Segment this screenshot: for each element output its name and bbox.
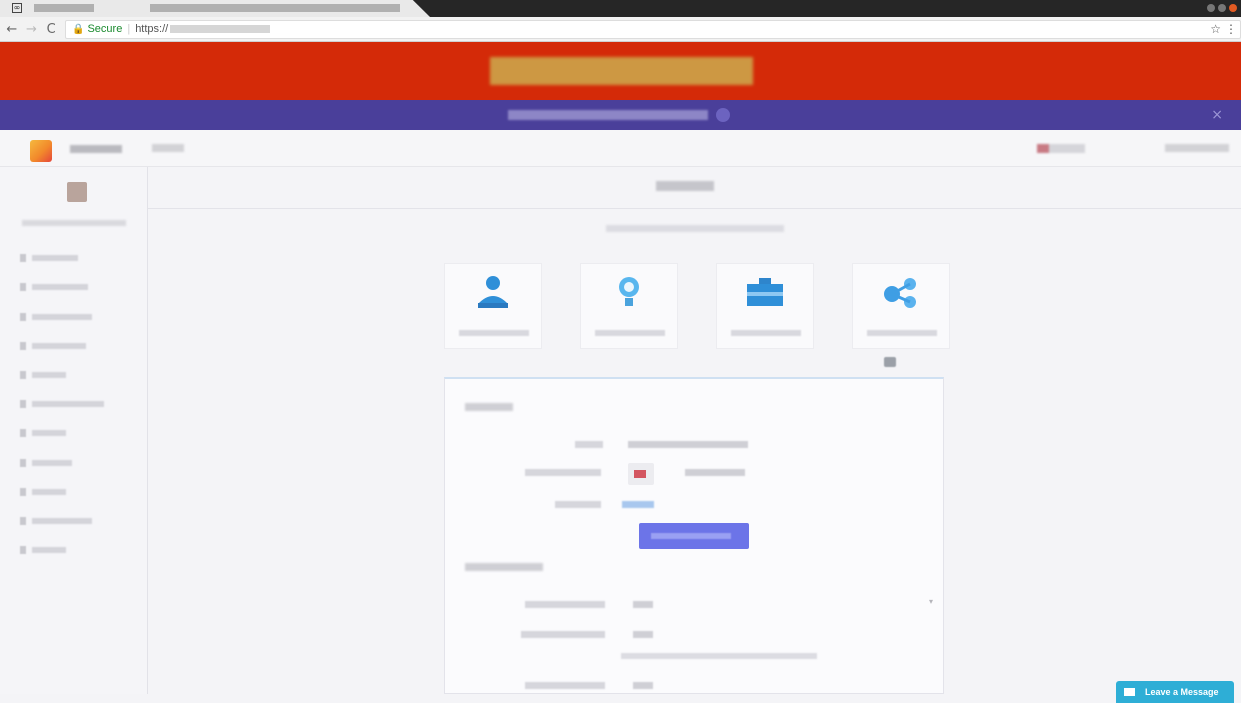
sidebar-item[interactable] <box>20 397 130 411</box>
field-value[interactable] <box>633 682 653 689</box>
lock-icon: 🔒 <box>72 23 85 35</box>
field-link[interactable] <box>622 501 654 508</box>
sidebar-item[interactable] <box>20 514 130 528</box>
envelope-icon <box>1124 688 1135 696</box>
field-value[interactable] <box>633 631 653 638</box>
notice-bar: × <box>0 100 1241 130</box>
leave-message-button[interactable]: Leave a Message <box>1116 681 1234 703</box>
bookmark-star-icon[interactable]: ☆ <box>1210 22 1221 36</box>
field-label <box>525 682 605 689</box>
profile-card[interactable] <box>580 263 678 349</box>
url-scheme: https:// <box>135 23 169 35</box>
field-label <box>521 631 605 638</box>
profile-card[interactable] <box>444 263 542 349</box>
os-title-bar: ∞ <box>0 0 1241 17</box>
lightbulb-icon <box>619 277 639 306</box>
top-banner <box>0 42 1241 100</box>
banner-title <box>490 57 753 85</box>
sidebar-item[interactable] <box>20 310 130 324</box>
app-logo[interactable] <box>30 140 52 162</box>
briefcase-icon <box>747 278 783 306</box>
sidebar-item[interactable] <box>20 543 130 557</box>
field-value[interactable] <box>633 601 653 608</box>
address-bar: ← → C 🔒 Secure | https:// <box>0 17 1241 42</box>
card-label <box>867 330 937 336</box>
sidebar-item[interactable] <box>20 456 130 470</box>
card-label <box>731 330 801 336</box>
profile-form-panel: ▾ <box>444 377 944 694</box>
tab-favicon-icon: ∞ <box>12 3 22 13</box>
sidebar <box>0 167 148 694</box>
field-hint <box>621 653 817 659</box>
page-subtitle <box>606 225 784 232</box>
phone-input[interactable] <box>685 469 745 476</box>
url-input[interactable]: 🔒 Secure | https:// <box>65 19 1241 39</box>
user-menu[interactable] <box>1037 144 1085 153</box>
main-content: ▾ <box>148 167 1241 694</box>
notice-text <box>508 110 708 120</box>
profile-card[interactable] <box>716 263 814 349</box>
sidebar-item[interactable] <box>20 280 130 294</box>
notice-icon[interactable] <box>716 108 730 122</box>
share-icon <box>884 278 916 308</box>
field-label <box>555 501 601 508</box>
sidebar-item[interactable] <box>20 339 130 353</box>
field-label <box>525 601 605 608</box>
save-button[interactable] <box>639 523 749 549</box>
page-title-bar <box>148 167 1241 209</box>
avatar[interactable] <box>67 182 87 202</box>
help-icon[interactable] <box>884 357 896 367</box>
url-host <box>170 25 271 33</box>
field-label <box>575 441 603 448</box>
leave-message-label: Leave a Message <box>1145 687 1219 697</box>
profile-cards <box>444 263 950 349</box>
country-flag-select[interactable] <box>628 463 654 485</box>
secure-label: Secure <box>87 23 123 35</box>
sidebar-item[interactable] <box>20 251 130 265</box>
section-title <box>465 563 543 571</box>
card-label <box>459 330 529 336</box>
window-controls <box>1207 4 1237 12</box>
browser-menu-icon[interactable]: ⋮ <box>1225 22 1237 36</box>
brand-name <box>70 145 122 153</box>
page-title <box>656 181 714 191</box>
tab-title <box>34 4 94 12</box>
tab-title-extra <box>150 4 400 12</box>
user-icon <box>478 276 508 308</box>
reload-icon[interactable]: C <box>43 22 59 37</box>
close-icon[interactable]: × <box>1211 107 1223 123</box>
header-menu-icons[interactable] <box>152 144 184 152</box>
header-links[interactable] <box>1165 144 1229 152</box>
back-icon[interactable]: ← <box>4 22 20 37</box>
sidebar-user-name <box>22 220 126 226</box>
profile-card[interactable] <box>852 263 950 349</box>
sidebar-item[interactable] <box>20 485 130 499</box>
app-header <box>0 130 1241 167</box>
sidebar-item[interactable] <box>20 368 130 382</box>
field-label <box>525 469 601 476</box>
chevron-down-icon[interactable]: ▾ <box>929 597 933 606</box>
browser-tab[interactable]: ∞ <box>0 0 430 17</box>
card-label <box>595 330 665 336</box>
forward-icon[interactable]: → <box>24 22 40 37</box>
field-value <box>628 441 748 448</box>
sidebar-item[interactable] <box>20 426 130 440</box>
section-title <box>465 403 513 411</box>
